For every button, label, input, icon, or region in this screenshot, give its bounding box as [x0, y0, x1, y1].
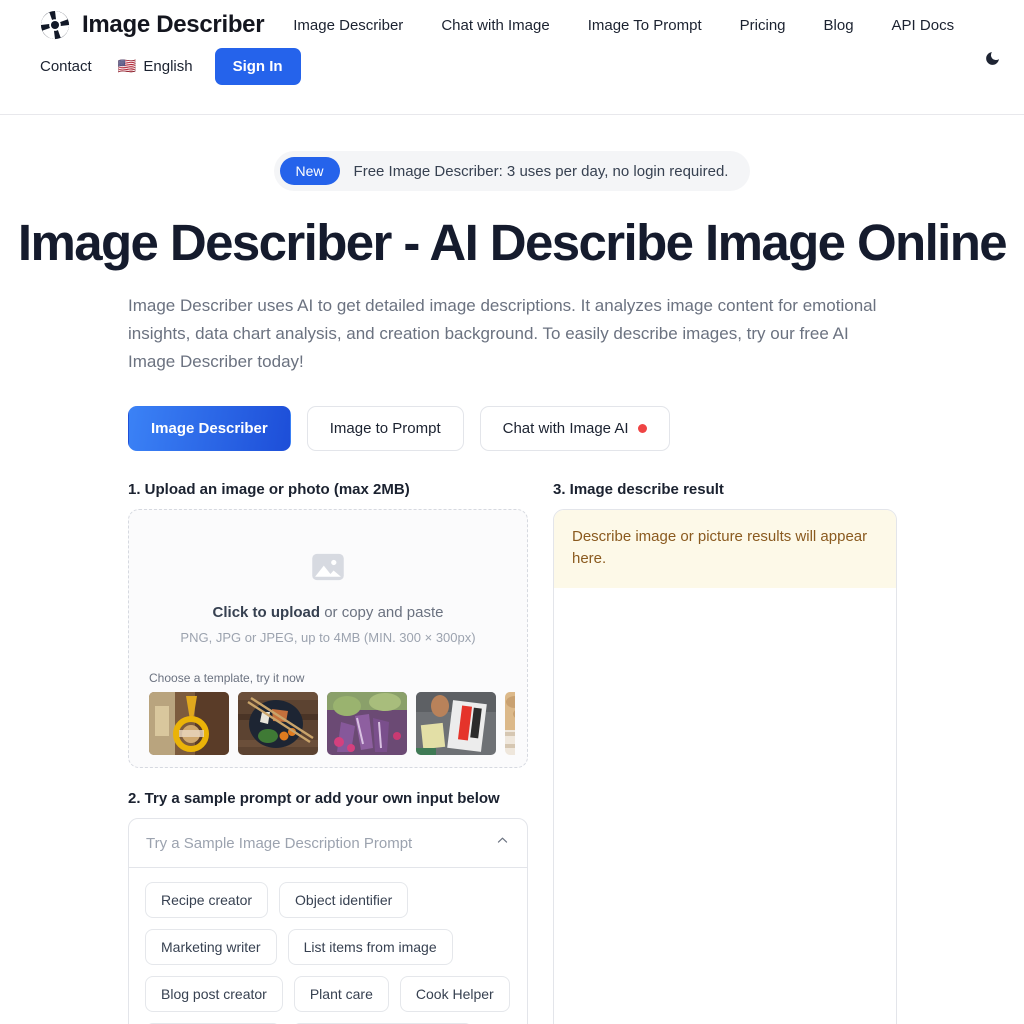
result-placeholder-text: Describe image or picture results will a… — [554, 510, 896, 588]
nav-item-blog[interactable]: Blog — [805, 17, 873, 34]
moon-icon — [984, 50, 1001, 70]
chevron-up-icon — [495, 833, 510, 853]
upload-step-label: 1. Upload an image or photo (max 2MB) — [128, 481, 410, 499]
tab-image-describer[interactable]: Image Describer — [128, 406, 291, 452]
upload-column: 1. Upload an image or photo (max 2MB) Cl… — [128, 481, 528, 1024]
new-badge: New — [279, 157, 340, 185]
aperture-icon — [40, 10, 70, 40]
prompt-step-label: 2. Try a sample prompt or add your own i… — [128, 790, 500, 808]
sign-in-button[interactable]: Sign In — [214, 48, 301, 85]
announcement-banner[interactable]: New Free Image Describer: 3 uses per day… — [273, 151, 751, 191]
brand-name: Image Describer — [82, 11, 265, 38]
template-strip-label: Choose a template, try it now — [149, 671, 305, 686]
mode-tabs: Image Describer Image to Prompt Chat wit… — [128, 406, 1024, 452]
sample-prompt-placeholder: Try a Sample Image Description Prompt — [146, 834, 413, 852]
site-header: Image Describer Image Describer Chat wit… — [0, 0, 1024, 115]
language-label: English — [143, 58, 193, 75]
dark-mode-toggle[interactable] — [978, 46, 1006, 74]
prompt-chip-plant-care[interactable]: Plant care — [293, 976, 389, 1013]
template-strip[interactable] — [141, 692, 515, 756]
picture-icon — [141, 546, 515, 588]
nav-item-pricing[interactable]: Pricing — [721, 17, 805, 34]
upload-cta: Click to upload or copy and paste — [141, 604, 515, 621]
nav-item-api-docs[interactable]: API Docs — [873, 17, 974, 34]
tab-label: Image Describer — [151, 420, 268, 438]
template-thumb-gold-pendant-necklace[interactable] — [149, 692, 229, 756]
page-title: Image Describer - AI Describe Image Onli… — [17, 214, 1008, 271]
nav-item-image-describer[interactable]: Image Describer — [274, 17, 422, 34]
main-columns: 1. Upload an image or photo (max 2MB) Cl… — [128, 481, 924, 1024]
result-panel: Describe image or picture results will a… — [553, 509, 897, 1024]
sample-prompt-select[interactable]: Try a Sample Image Description Prompt — [128, 818, 528, 869]
prompt-chip-blog-post-creator[interactable]: Blog post creator — [145, 976, 283, 1013]
prompt-chip-object-identifier[interactable]: Object identifier — [279, 882, 409, 919]
nav-item-chat-with-image[interactable]: Chat with Image — [422, 17, 568, 34]
template-thumb-food-bowl-on-wood[interactable] — [238, 692, 318, 756]
prompt-block: 2. Try a sample prompt or add your own i… — [128, 790, 528, 1024]
prompt-chip-list-items-from-image[interactable]: List items from image — [287, 929, 453, 966]
tab-label: Image to Prompt — [329, 420, 441, 438]
brand[interactable]: Image Describer — [40, 10, 265, 40]
nav-item-contact[interactable]: Contact — [40, 58, 92, 75]
prompt-chip-marketing-writer[interactable]: Marketing writer — [145, 929, 277, 966]
upload-formats-hint: PNG, JPG or JPEG, up to 4MB (MIN. 300 × … — [180, 630, 476, 646]
result-column: 3. Image describe result Describe image … — [553, 481, 897, 1024]
main-nav: Image Describer Chat with Image Image To… — [274, 17, 973, 34]
us-flag-icon: 🇺🇸 — [117, 58, 137, 75]
tab-chat-with-image-ai[interactable]: Chat with Image AI — [479, 406, 670, 452]
header-secondary-row: Contact 🇺🇸 English Sign In — [0, 40, 1024, 85]
upload-cta-rest: or copy and paste — [320, 604, 444, 622]
tab-label: Chat with Image AI — [502, 420, 629, 438]
sample-prompt-options: Recipe creator Object identifier Marketi… — [128, 868, 528, 1024]
language-selector[interactable]: 🇺🇸 English — [118, 58, 193, 75]
template-thumb-purple-plant[interactable] — [327, 692, 407, 756]
result-output-area — [554, 587, 896, 1024]
header-primary-row: Image Describer Image Describer Chat wit… — [0, 10, 1024, 40]
new-indicator-dot — [637, 424, 647, 434]
template-thumb-egg-and-package[interactable] — [416, 692, 496, 756]
template-thumb-bread-on-table[interactable] — [505, 692, 515, 756]
page-subtitle: Image Describer uses AI to get detailed … — [128, 296, 877, 372]
prompt-chip-cook-helper[interactable]: Cook Helper — [399, 976, 510, 1013]
announcement-banner-wrap: New Free Image Describer: 3 uses per day… — [0, 151, 1024, 191]
result-step-label: 3. Image describe result — [553, 481, 724, 499]
upload-cta-strong: Click to upload — [212, 604, 321, 622]
upload-dropzone[interactable]: Click to upload or copy and paste PNG, J… — [128, 509, 528, 769]
prompt-chip-recipe-creator[interactable]: Recipe creator — [145, 882, 269, 919]
announcement-text: Free Image Describer: 3 uses per day, no… — [353, 162, 729, 180]
nav-item-image-to-prompt[interactable]: Image To Prompt — [569, 17, 721, 34]
tab-image-to-prompt[interactable]: Image to Prompt — [306, 406, 464, 452]
